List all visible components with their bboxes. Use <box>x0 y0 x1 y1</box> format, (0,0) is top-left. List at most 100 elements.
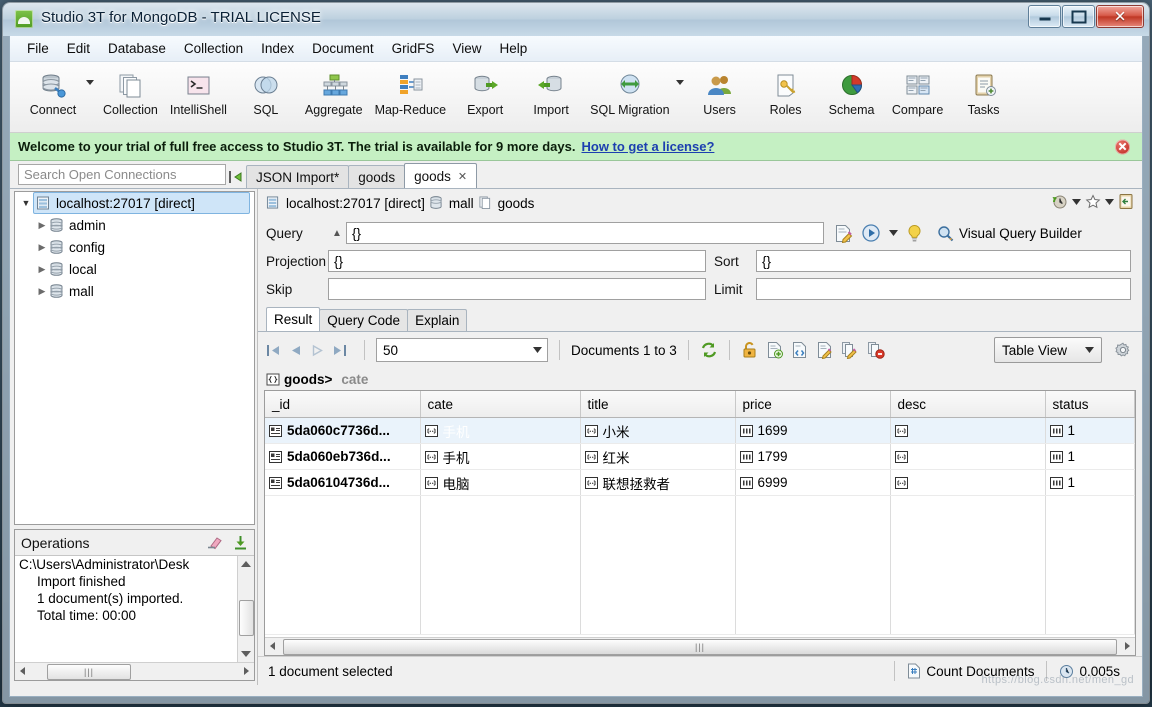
first-page-button[interactable] <box>266 343 281 358</box>
toolbar-roles-button[interactable]: Roles <box>753 66 819 119</box>
table-horizontal-scrollbar[interactable]: ||| <box>265 637 1135 655</box>
toolbar-map-reduce-button[interactable]: Map-Reduce <box>369 66 453 119</box>
delete-document-icon[interactable] <box>867 341 885 359</box>
previous-page-button[interactable] <box>288 343 303 358</box>
chevron-down-icon[interactable] <box>1105 198 1114 205</box>
cell-price[interactable]: 1799 <box>735 443 891 470</box>
menu-item-view[interactable]: View <box>443 38 490 59</box>
scroll-down-icon[interactable] <box>241 651 251 657</box>
close-notification-icon[interactable] <box>1115 139 1130 154</box>
cell-desc[interactable] <box>890 443 1046 470</box>
sidebar-item-local[interactable]: ▶ local <box>15 258 254 280</box>
chevron-down-icon[interactable] <box>1085 347 1094 353</box>
close-button[interactable]: ✕ <box>1096 5 1144 28</box>
sidebar-item-admin[interactable]: ▶ admin <box>15 214 254 236</box>
cell-id[interactable]: 5da060c7736d... <box>265 417 421 444</box>
connect-dropdown-button[interactable] <box>86 66 97 105</box>
skip-input[interactable] <box>328 278 706 300</box>
edit-multiple-documents-icon[interactable] <box>841 341 859 359</box>
cell-cate[interactable]: 手机 <box>420 417 581 444</box>
chevron-down-icon[interactable] <box>528 339 547 361</box>
add-document-icon[interactable] <box>766 341 783 359</box>
scroll-thumb[interactable]: ||| <box>283 639 1117 655</box>
scroll-up-icon[interactable] <box>241 561 251 567</box>
cell-id[interactable]: 5da06104736d... <box>265 469 421 496</box>
sort-input[interactable]: {} <box>756 250 1131 272</box>
column-header-desc[interactable]: desc <box>890 391 1046 418</box>
chevron-collapsed-icon[interactable]: ▶ <box>35 242 49 253</box>
run-query-icon[interactable] <box>861 223 881 243</box>
menu-item-collection[interactable]: Collection <box>175 38 252 59</box>
scroll-thumb[interactable]: ||| <box>47 664 131 680</box>
history-icon[interactable] <box>1051 194 1068 210</box>
table-row[interactable]: 5da060eb736d... 手机 红米 1799 1 <box>265 443 1135 470</box>
minimize-button[interactable] <box>1028 5 1061 28</box>
menu-item-document[interactable]: Document <box>303 38 383 59</box>
operations-horizontal-scrollbar[interactable]: ||| <box>15 662 254 680</box>
toolbar-compare-button[interactable]: Compare <box>885 66 951 119</box>
view-mode-select[interactable]: Table View <box>994 337 1102 363</box>
visual-query-builder-button[interactable]: Visual Query Builder <box>937 225 1082 242</box>
cell-title[interactable]: 红米 <box>580 443 736 470</box>
toolbar-tasks-button[interactable]: Tasks <box>951 66 1017 119</box>
column-header-title[interactable]: title <box>580 391 736 418</box>
breadcrumb-collection[interactable]: goods <box>478 196 534 211</box>
cell-price[interactable]: 1699 <box>735 417 891 444</box>
menu-item-index[interactable]: Index <box>252 38 303 59</box>
toolbar-connect-button[interactable]: Connect <box>20 66 86 119</box>
add-json-document-icon[interactable] <box>791 341 808 359</box>
result-path-field[interactable]: cate <box>341 372 368 387</box>
cell-id[interactable]: 5da060eb736d... <box>265 443 421 470</box>
menu-item-edit[interactable]: Edit <box>58 38 99 59</box>
next-page-button[interactable] <box>310 343 325 358</box>
cell-title[interactable]: 联想拯救者 <box>580 469 736 496</box>
last-page-button[interactable] <box>332 343 347 358</box>
cell-desc[interactable] <box>890 469 1046 496</box>
refresh-icon[interactable] <box>700 341 718 359</box>
cell-status[interactable]: 1 <box>1045 469 1135 496</box>
cell-status[interactable]: 1 <box>1045 443 1135 470</box>
tab-json-import[interactable]: JSON Import* <box>246 165 350 188</box>
column-header-id[interactable]: _id <box>265 391 421 418</box>
toolbar-users-button[interactable]: Users <box>687 66 753 119</box>
favorite-star-icon[interactable] <box>1085 193 1101 210</box>
maximize-button[interactable] <box>1062 5 1095 28</box>
scroll-left-icon[interactable] <box>270 642 275 650</box>
scroll-right-icon[interactable] <box>244 667 249 675</box>
edit-query-icon[interactable] <box>834 224 853 243</box>
lock-icon[interactable] <box>741 341 758 359</box>
tab-result[interactable]: Result <box>266 307 321 331</box>
column-header-price[interactable]: price <box>735 391 891 418</box>
operations-vertical-scrollbar[interactable] <box>237 556 254 662</box>
query-input[interactable]: {} <box>346 222 824 244</box>
sql-migration-dropdown-button[interactable] <box>675 66 687 105</box>
toolbar-aggregate-button[interactable]: Aggregate <box>299 66 369 119</box>
menu-item-file[interactable]: File <box>18 38 58 59</box>
projection-input[interactable]: {} <box>328 250 706 272</box>
edit-document-icon[interactable] <box>816 341 833 359</box>
toolbar-export-button[interactable]: Export <box>452 66 518 119</box>
result-path-collection[interactable]: goods> <box>284 372 332 387</box>
clipboard-icon[interactable] <box>1118 193 1134 210</box>
toolbar-sql-button[interactable]: SQL <box>233 66 299 119</box>
eraser-icon[interactable] <box>206 535 223 550</box>
column-header-cate[interactable]: cate <box>420 391 581 418</box>
tab-query-code[interactable]: Query Code <box>319 309 409 331</box>
sidebar-item-mall[interactable]: ▶ mall <box>15 280 254 302</box>
chevron-down-icon[interactable] <box>1072 198 1081 205</box>
collapse-panel-icon[interactable] <box>226 170 246 184</box>
cell-cate[interactable]: 手机 <box>420 443 581 470</box>
download-icon[interactable] <box>233 535 248 550</box>
cell-title[interactable]: 小米 <box>580 417 736 444</box>
tab-goods-1[interactable]: goods <box>348 165 406 188</box>
run-dropdown-icon[interactable] <box>889 230 898 236</box>
trial-license-link[interactable]: How to get a license? <box>581 139 714 154</box>
menu-item-gridfs[interactable]: GridFS <box>383 38 444 59</box>
chevron-collapsed-icon[interactable]: ▶ <box>35 264 49 275</box>
close-tab-icon[interactable]: ✕ <box>458 170 467 183</box>
cell-cate[interactable]: 电脑 <box>420 469 581 496</box>
sidebar-item-config[interactable]: ▶ config <box>15 236 254 258</box>
toolbar-sql-migration-button[interactable]: SQL Migration <box>584 66 675 119</box>
scroll-right-icon[interactable] <box>1125 642 1130 650</box>
breadcrumb-server[interactable]: localhost:27017 [direct] <box>266 196 425 211</box>
